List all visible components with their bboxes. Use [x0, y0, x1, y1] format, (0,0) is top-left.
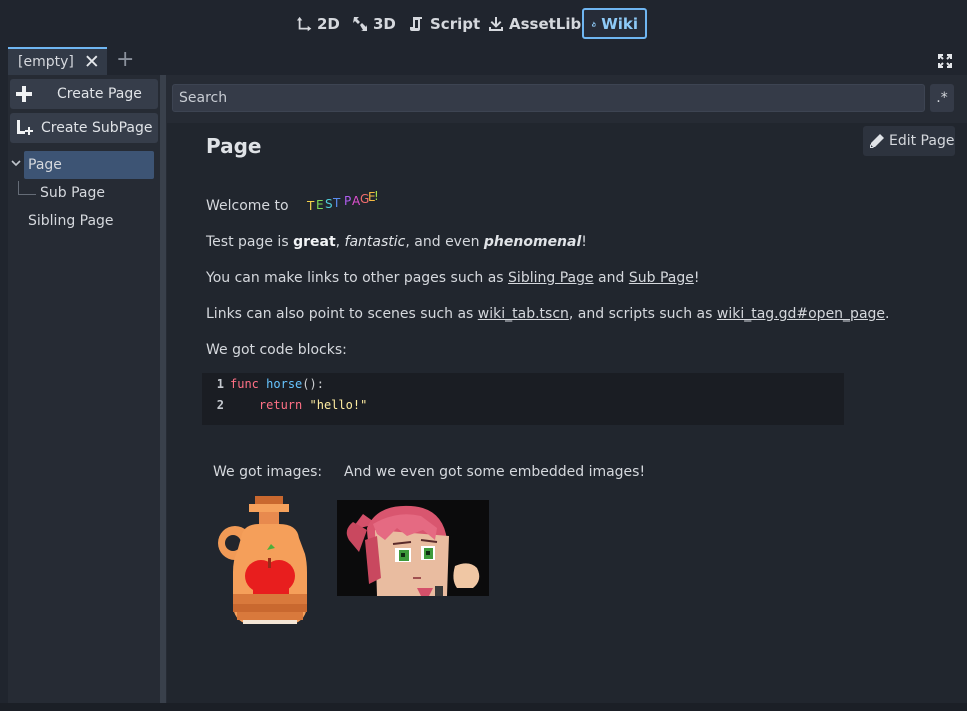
scenes-paragraph: Links can also point to scenes such as w…	[206, 306, 890, 322]
code-intro-text: We got code blocks:	[206, 342, 347, 358]
wiki-icon	[591, 21, 596, 27]
add-tab-button[interactable]: +	[116, 48, 134, 72]
tree-item-sub-page[interactable]: Sub Page	[40, 179, 105, 207]
mode-script-button[interactable]: Script	[402, 8, 487, 39]
welcome-text: Welcome to	[206, 198, 289, 214]
bold-italic-text: phenomenal	[483, 234, 582, 250]
tree-item-label: Sibling Page	[28, 213, 114, 229]
rainbow-letter: T	[307, 199, 315, 213]
link-sibling-page[interactable]: Sibling Page	[508, 270, 594, 286]
search-input[interactable]	[172, 84, 925, 112]
code-function: horse	[266, 377, 303, 391]
code-string: "hello!"	[309, 398, 368, 412]
tab-label: [empty]	[18, 54, 74, 70]
sidebar-splitter[interactable]	[160, 75, 166, 703]
test-paragraph: Test page is great, fantastic, and even …	[206, 234, 587, 250]
tab-strip: [empty] ✕ +	[8, 47, 967, 75]
line-number: 1	[216, 377, 224, 391]
code-line: 2 return "hello!"	[202, 395, 368, 415]
add-child-icon	[17, 120, 33, 135]
tree-item-label: Page	[28, 157, 62, 173]
code-line: 1 func horse ():	[202, 374, 324, 394]
tab-empty[interactable]: [empty] ✕	[8, 47, 107, 75]
fullscreen-icon[interactable]	[937, 53, 953, 69]
regex-toggle-button[interactable]: .*	[930, 84, 954, 112]
plus-icon	[16, 86, 32, 102]
bold-text: great	[293, 234, 336, 250]
rainbow-letter: T	[333, 196, 341, 210]
mode-wiki-button[interactable]: Wiki	[582, 8, 647, 39]
sidebar: Create Page Create SubPage Page Sub Page…	[8, 75, 158, 703]
page-title: Page	[206, 134, 262, 158]
edit-page-button[interactable]: Edit Page	[863, 126, 955, 156]
pencil-icon	[870, 134, 884, 148]
tree-item-page[interactable]: Page	[24, 151, 154, 179]
links-paragraph: You can make links to other pages such a…	[206, 270, 700, 286]
rainbow-letter: !	[374, 189, 379, 203]
2d-icon	[296, 16, 312, 31]
page-tree: Page Sub Page Sibling Page	[8, 149, 158, 703]
page-content: Edit Page Page Welcome to T E S T P A G …	[167, 123, 967, 703]
3d-icon	[353, 16, 367, 31]
apple-jug-image	[218, 496, 307, 624]
chevron-down-icon[interactable]	[11, 159, 21, 167]
line-number: 2	[216, 398, 224, 412]
images-caption: We got images:	[213, 464, 323, 480]
tree-item-sibling-page[interactable]: Sibling Page	[28, 207, 114, 235]
rainbow-letter: S	[325, 197, 333, 211]
code-keyword: return	[258, 398, 303, 412]
character-image	[337, 500, 489, 596]
rainbow-letter: E	[316, 198, 324, 212]
mode-2d-button[interactable]: 2D	[289, 8, 347, 39]
code-punct: ():	[302, 377, 324, 391]
create-page-button[interactable]: Create Page	[10, 79, 158, 109]
mode-3d-button[interactable]: 3D	[345, 8, 403, 39]
link-sub-page[interactable]: Sub Page	[629, 270, 694, 286]
main-toolbar: 2D 3D Script AssetLib Wiki	[0, 0, 967, 46]
bottom-edge	[0, 703, 967, 711]
close-icon[interactable]: ✕	[84, 52, 100, 72]
code-keyword: func	[230, 377, 259, 391]
rainbow-letter: P	[344, 194, 352, 208]
code-block: 1 func horse (): 2 return "hello!"	[202, 373, 844, 425]
script-icon	[410, 16, 422, 31]
rainbow-text: T E S T P A G E !	[307, 189, 387, 216]
assetlib-icon	[489, 16, 503, 31]
create-subpage-button[interactable]: Create SubPage	[10, 113, 158, 143]
link-wiki-tag-script[interactable]: wiki_tag.gd#open_page	[717, 306, 885, 322]
wiki-panel: Create Page Create SubPage Page Sub Page…	[8, 75, 967, 703]
rainbow-letter: A	[352, 194, 361, 208]
italic-text: fantastic	[344, 234, 406, 250]
mode-assetlib-button[interactable]: AssetLib	[481, 8, 588, 39]
tree-connector	[18, 181, 36, 195]
tree-item-label: Sub Page	[40, 185, 105, 201]
link-wiki-tab-scene[interactable]: wiki_tab.tscn	[478, 306, 569, 322]
embedded-caption: And we even got some embedded images!	[344, 464, 646, 480]
